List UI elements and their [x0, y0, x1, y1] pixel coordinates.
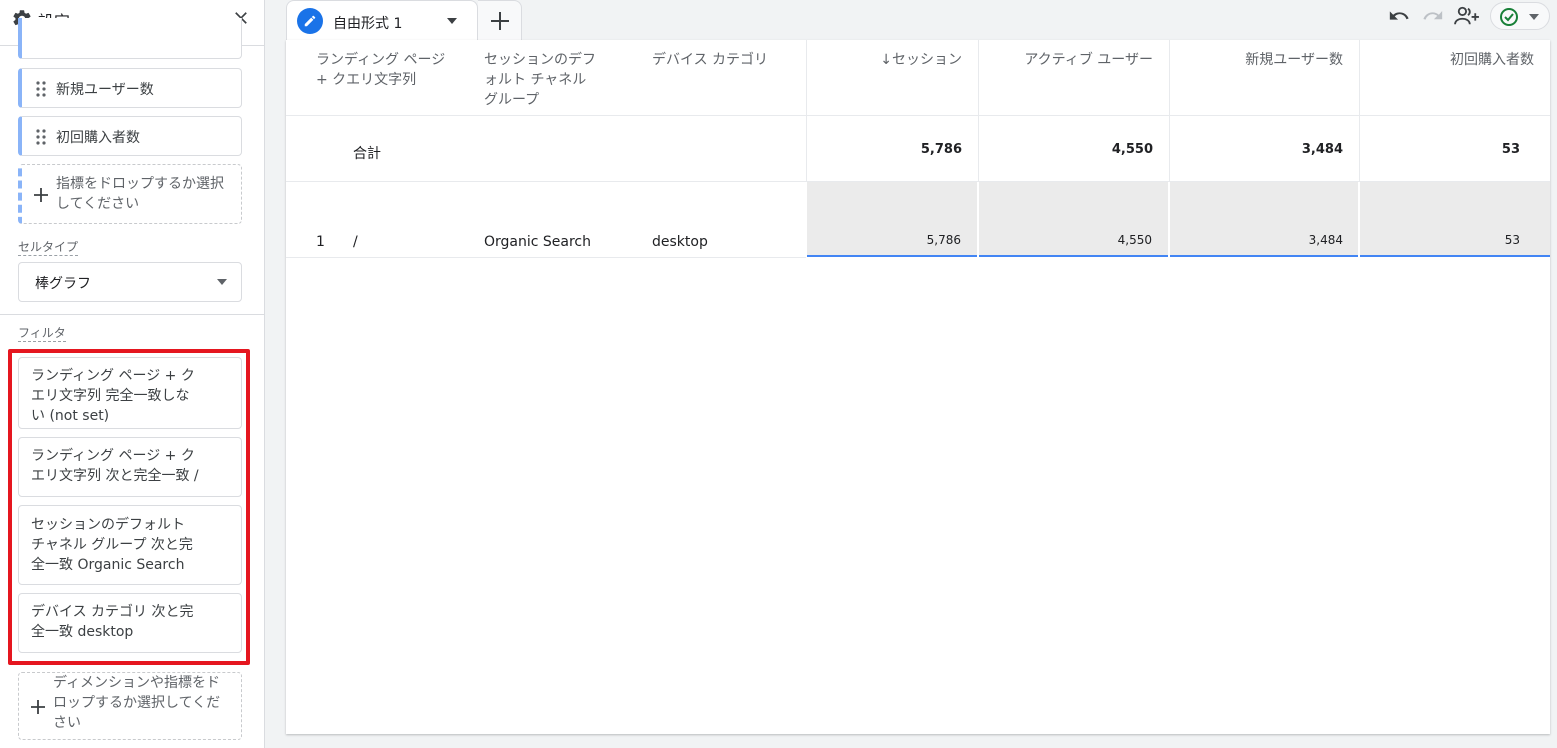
cell-value: 53: [1504, 233, 1520, 247]
metric-chip-new-users[interactable]: 新規ユーザー数: [18, 68, 242, 108]
cell-new-users[interactable]: 3,484: [1170, 182, 1358, 257]
column-header-landing-page[interactable]: ランディング ページ + クエリ文字列: [316, 40, 476, 115]
metric-drop-text-line2: してください: [56, 196, 140, 212]
cell-sessions[interactable]: 5,786: [807, 182, 977, 257]
column-header-device-category[interactable]: デバイス カテゴリ: [652, 40, 802, 115]
filter-label: フィルタ: [18, 326, 66, 342]
totals-label: 合計: [353, 146, 381, 162]
header-text-line: セッションのデフ: [484, 52, 596, 68]
chevron-down-icon[interactable]: [447, 18, 457, 24]
filter-drop-text-line1: ディメンションや指標をド: [53, 675, 221, 691]
settings-panel: 設定 新規ユーザー数 初回購入者数 指標をドロップするか選択 してください セル…: [0, 0, 265, 748]
cell-value: 3,484: [1308, 233, 1343, 247]
column-header-channel-group[interactable]: セッションのデフ ォルト チャネル グループ: [484, 40, 624, 115]
status-dropdown[interactable]: [1490, 2, 1550, 30]
total-new-users: 3,484: [1301, 142, 1343, 157]
metric-chip-label: 初回購入者数: [56, 130, 140, 146]
total-active-users: 4,550: [1111, 142, 1153, 157]
header-text-line: グループ: [484, 92, 540, 108]
metric-chip-label: 新規ユーザー数: [56, 82, 154, 98]
add-tab-button[interactable]: [478, 0, 522, 40]
cell-first-purchasers[interactable]: 53: [1360, 182, 1550, 257]
total-sessions: 5,786: [920, 142, 962, 157]
chevron-down-icon: [1529, 14, 1539, 20]
metric-chip-partial[interactable]: [18, 18, 242, 59]
redo-icon[interactable]: [1422, 5, 1444, 27]
cell-device[interactable]: desktop: [652, 234, 708, 250]
column-header-sessions[interactable]: ↓セッション: [806, 40, 978, 115]
cell-landing-page[interactable]: /: [353, 234, 358, 250]
cell-active-users[interactable]: 4,550: [979, 182, 1168, 257]
freeform-table: ランディング ページ + クエリ文字列 セッションのデフ ォルト チャネル グル…: [286, 40, 1550, 734]
cell-channel[interactable]: Organic Search: [484, 234, 591, 250]
column-header-active-users[interactable]: アクティブ ユーザー: [978, 40, 1169, 115]
cell-type-label: セルタイプ: [18, 240, 79, 256]
edit-pencil-icon[interactable]: [297, 8, 323, 34]
header-text-line: ランディング ページ: [316, 52, 446, 68]
tab-label: 自由形式 1: [333, 16, 403, 32]
divider: [0, 314, 264, 315]
header-text-line: + クエリ文字列: [316, 72, 417, 88]
plus-icon: [491, 12, 509, 30]
drag-handle-icon[interactable]: [36, 129, 46, 145]
metric-drop-zone[interactable]: 指標をドロップするか選択 してください: [18, 164, 242, 224]
cell-type-value: 棒グラフ: [35, 276, 91, 292]
share-users-icon[interactable]: [1454, 5, 1480, 27]
column-header-first-purchasers[interactable]: 初回購入者数: [1359, 40, 1550, 115]
header-text-line: ォルト チャネル: [484, 72, 587, 88]
plus-icon: [31, 700, 45, 714]
tab-bar: 自由形式 1: [266, 0, 1557, 40]
row-divider: [286, 115, 1550, 116]
tab-freeform-1[interactable]: 自由形式 1: [286, 0, 478, 40]
cell-type-select[interactable]: 棒グラフ: [18, 262, 242, 302]
metric-drop-text-line1: 指標をドロップするか選択: [56, 176, 224, 192]
undo-icon[interactable]: [1388, 5, 1410, 27]
cell-value: 5,786: [926, 233, 961, 247]
check-circle-icon: [1500, 8, 1518, 26]
plus-icon: [34, 188, 48, 202]
row-divider: [286, 257, 806, 258]
filter-drop-zone[interactable]: ディメンションや指標をド ロップするか選択してくだ さい: [18, 672, 242, 740]
filter-drop-text-line2: ロップするか選択してくだ: [53, 695, 221, 711]
row-index: 1: [316, 234, 325, 250]
chevron-down-icon: [217, 279, 227, 285]
column-header-new-users[interactable]: 新規ユーザー数: [1169, 40, 1359, 115]
cell-value: 4,550: [1117, 233, 1152, 247]
filter-drop-text-line3: さい: [53, 715, 81, 731]
drag-handle-icon[interactable]: [36, 81, 46, 97]
metric-chip-first-purchasers[interactable]: 初回購入者数: [18, 116, 242, 156]
filters-highlight-box: [8, 349, 250, 665]
total-first-purchasers: 53: [1501, 142, 1520, 157]
header-text-line: デバイス カテゴリ: [652, 52, 769, 68]
